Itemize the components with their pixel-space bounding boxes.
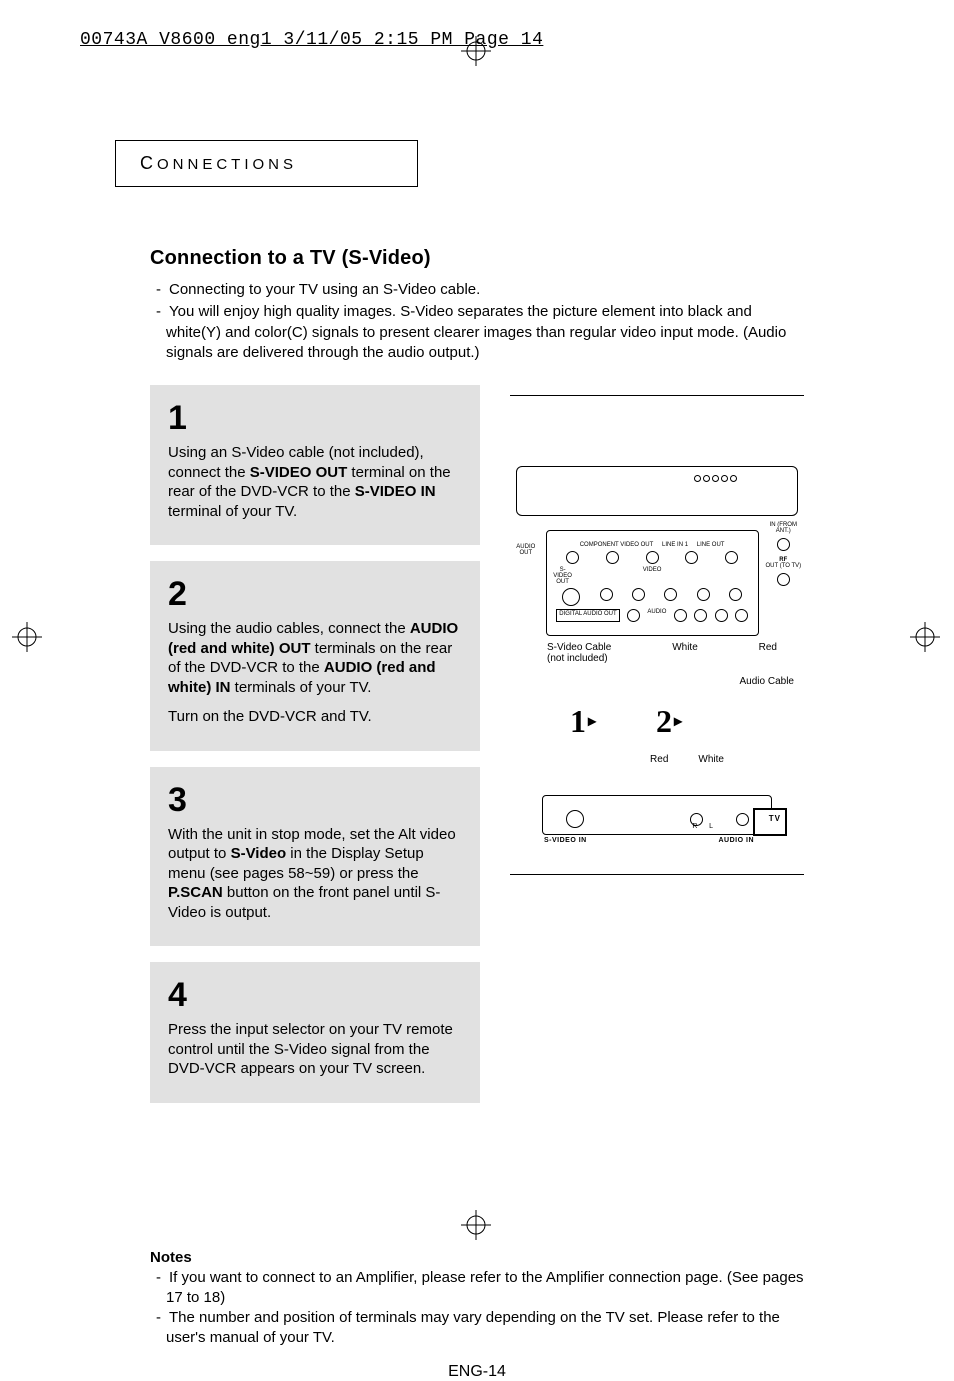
step-2: 2 Using the audio cables, connect the AU…	[150, 561, 480, 751]
label-out-to-tv: OUT (TO TV)	[763, 563, 804, 569]
notes-section: Notes If you want to connect to an Ampli…	[150, 1249, 804, 1349]
callout-2: 2	[656, 703, 682, 740]
tv-audio-l-jack	[736, 813, 749, 826]
section-letter: C	[140, 153, 157, 173]
label-line-in: LINE IN 1	[662, 542, 688, 548]
tv-svideo-in-jack	[566, 810, 584, 828]
label-svideo-out: S-VIDEO OUT	[553, 567, 573, 585]
intro-item: Connecting to your TV using an S-Video c…	[150, 280, 804, 300]
label-video: VIDEO	[573, 567, 732, 585]
step-number: 4	[168, 978, 462, 1012]
label-red-2: Red	[650, 754, 668, 765]
step-4: 4 Press the input selector on your TV re…	[150, 962, 480, 1103]
label-line-out: LINE OUT	[697, 542, 725, 548]
step-number: 3	[168, 783, 462, 817]
intro-item: You will enjoy high quality images. S-Vi…	[150, 302, 804, 363]
tv-rear: TV R L	[542, 795, 772, 835]
connection-panel: COMPONENT VIDEO OUT LINE IN 1 LINE OUT S…	[546, 530, 759, 636]
intro-list: Connecting to your TV using an S-Video c…	[150, 280, 804, 363]
label-audio-cable: Audio Cable	[740, 676, 794, 687]
step-3: 3 With the unit in stop mode, set the Al…	[150, 767, 480, 947]
tv-label: TV	[769, 814, 781, 823]
label-digital-audio-out: DIGITAL AUDIO OUT	[556, 609, 619, 622]
note-item: The number and position of terminals may…	[150, 1308, 804, 1349]
step-number: 2	[168, 577, 462, 611]
dvd-vcr-rear	[516, 466, 798, 516]
label-white: White	[672, 642, 698, 664]
notes-title: Notes	[150, 1249, 804, 1266]
svideo-out-jack	[562, 588, 580, 606]
label-in-from-ant: IN (FROM ANT.)	[763, 522, 804, 534]
step-number: 1	[168, 401, 462, 435]
label-white-2: White	[698, 754, 724, 765]
step-1: 1 Using an S-Video cable (not included),…	[150, 385, 480, 545]
label-red: Red	[759, 642, 777, 664]
divider-top	[510, 395, 804, 396]
diagram-column: AUDIO OUT COMPONENT VIDEO OUT LINE IN 1 …	[510, 385, 804, 1119]
section-rest: ONNECTIONS	[157, 156, 297, 173]
callout-1: 1	[570, 703, 596, 740]
label-audio-out: AUDIO OUT	[510, 544, 542, 556]
label-svideo-cable-note: (not included)	[547, 653, 608, 664]
label-audio: AUDIO	[647, 609, 666, 622]
crop-mark-left	[12, 622, 44, 654]
section-heading-box: CONNECTIONS	[115, 140, 418, 187]
page-number: ENG-14	[150, 1363, 804, 1381]
steps-column: 1 Using an S-Video cable (not included),…	[150, 385, 480, 1119]
crop-mark-bottom	[461, 1210, 493, 1242]
label-svideo-in: S-VIDEO IN	[544, 837, 587, 844]
label-svideo-cable: S-Video Cable	[547, 642, 611, 653]
page-title: Connection to a TV (S-Video)	[150, 247, 804, 270]
crop-mark-right	[910, 622, 942, 654]
divider-bottom	[510, 874, 804, 875]
crop-mark-top	[461, 36, 493, 68]
label-audio-in: AUDIO IN	[719, 837, 755, 844]
label-component: COMPONENT VIDEO OUT	[580, 542, 654, 548]
